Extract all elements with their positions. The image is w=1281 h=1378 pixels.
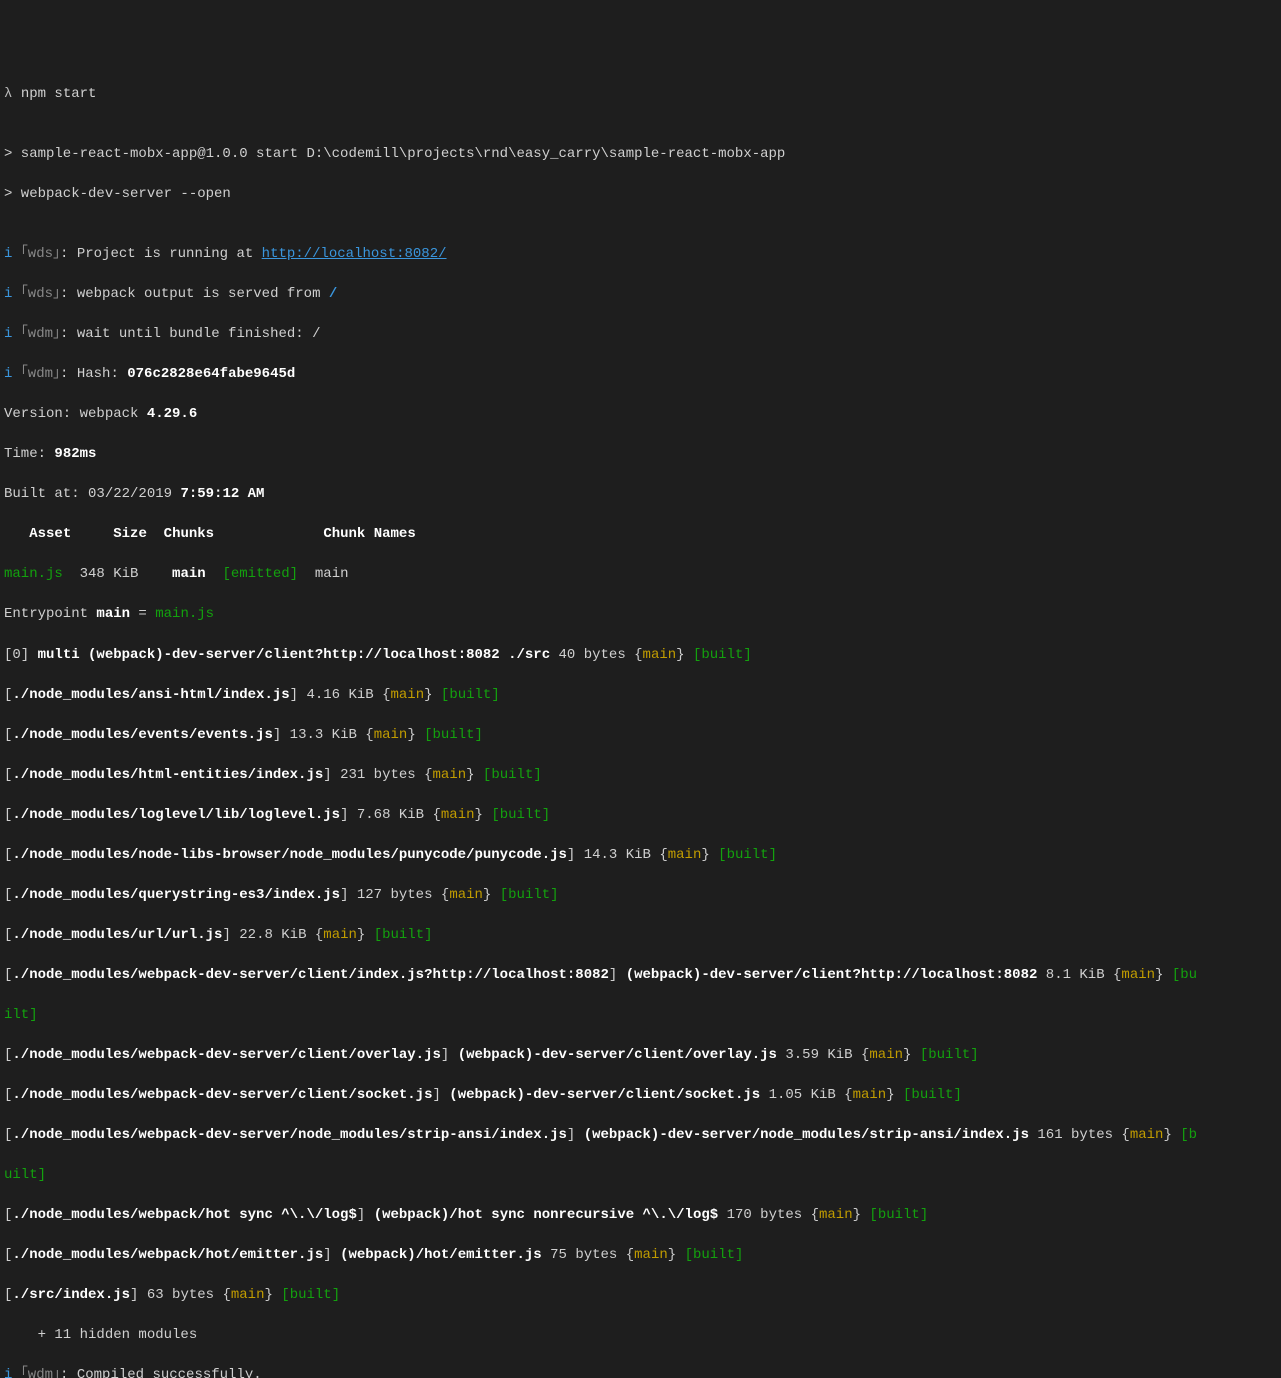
emitted-label: [emitted] bbox=[222, 566, 298, 582]
wds-msg: : webpack output is served from bbox=[60, 286, 329, 302]
command-text: npm start bbox=[21, 86, 97, 102]
hidden-modules: + 11 hidden modules bbox=[4, 1325, 1277, 1345]
info-icon: i bbox=[4, 1367, 12, 1378]
asset-size: 348 KiB bbox=[80, 566, 139, 582]
built-at-value: 7:59:12 AM bbox=[180, 486, 264, 502]
time-value: 982ms bbox=[54, 446, 96, 462]
version-value: 4.29.6 bbox=[147, 406, 197, 422]
wdm-msg: : wait until bundle finished: / bbox=[60, 326, 320, 342]
module-row: [./node_modules/loglevel/lib/loglevel.js… bbox=[4, 805, 1277, 825]
terminal-output: λ npm start > sample-react-mobx-app@1.0.… bbox=[4, 84, 1277, 1378]
module-row: [./node_modules/url/url.js] 22.8 KiB {ma… bbox=[4, 925, 1277, 945]
asset-row: main.js 348 KiB main [emitted] main bbox=[4, 564, 1277, 584]
module-row: [./node_modules/webpack-dev-server/clien… bbox=[4, 1085, 1277, 1105]
module-row: [./node_modules/webpack/hot sync ^\.\/lo… bbox=[4, 1205, 1277, 1225]
hash-label: : Hash: bbox=[60, 366, 127, 382]
module-row: [0] multi (webpack)-dev-server/client?ht… bbox=[4, 645, 1277, 665]
module-row: [./node_modules/html-entities/index.js] … bbox=[4, 765, 1277, 785]
chunk-name: main bbox=[315, 566, 349, 582]
prompt-lambda: λ bbox=[4, 86, 12, 102]
wdm-label: ｢wdm｣ bbox=[21, 326, 60, 342]
server-url-link[interactable]: http://localhost:8082/ bbox=[262, 246, 447, 262]
script-line: > sample-react-mobx-app@1.0.0 start D:\c… bbox=[4, 144, 1277, 164]
module-row: [./node_modules/webpack-dev-server/node_… bbox=[4, 1125, 1277, 1145]
module-row: [./node_modules/webpack-dev-server/clien… bbox=[4, 965, 1277, 985]
built-at-label: Built at: 03/22/2019 bbox=[4, 486, 180, 502]
wds-label: ｢wds｣ bbox=[21, 246, 60, 262]
module-row: [./node_modules/webpack/hot/emitter.js] … bbox=[4, 1245, 1277, 1265]
module-row: [./node_modules/ansi-html/index.js] 4.16… bbox=[4, 685, 1277, 705]
wdm-label: ｢wdm｣ bbox=[21, 366, 60, 382]
entrypoint-row: Entrypoint main = main.js bbox=[4, 604, 1277, 624]
module-row-wrap: uilt] bbox=[4, 1165, 1277, 1185]
module-row: [./node_modules/events/events.js] 13.3 K… bbox=[4, 725, 1277, 745]
module-row: [./node_modules/node-libs-browser/node_m… bbox=[4, 845, 1277, 865]
info-icon: i bbox=[4, 326, 12, 342]
time-label: Time: bbox=[4, 446, 54, 462]
info-icon: i bbox=[4, 366, 12, 382]
compiled-success: : Compiled successfully. bbox=[60, 1367, 262, 1378]
module-row: [./node_modules/webpack-dev-server/clien… bbox=[4, 1045, 1277, 1065]
module-row: [./src/index.js] 63 bytes {main} [built] bbox=[4, 1285, 1277, 1305]
module-row-wrap: ilt] bbox=[4, 1005, 1277, 1025]
wds-msg: : Project is running at bbox=[60, 246, 262, 262]
script-line: > webpack-dev-server --open bbox=[4, 184, 1277, 204]
version-label: Version: webpack bbox=[4, 406, 147, 422]
asset-name: main.js bbox=[4, 566, 63, 582]
wdm-label: ｢wdm｣ bbox=[21, 1367, 60, 1378]
wds-label: ｢wds｣ bbox=[21, 286, 60, 302]
module-row: [./node_modules/querystring-es3/index.js… bbox=[4, 885, 1277, 905]
asset-chunk: main bbox=[172, 566, 206, 582]
table-header: Asset Size Chunks Chunk Names bbox=[4, 524, 1277, 544]
hash-value: 076c2828e64fabe9645d bbox=[127, 366, 295, 382]
info-icon: i bbox=[4, 246, 12, 262]
served-path: / bbox=[329, 286, 337, 302]
info-icon: i bbox=[4, 286, 12, 302]
